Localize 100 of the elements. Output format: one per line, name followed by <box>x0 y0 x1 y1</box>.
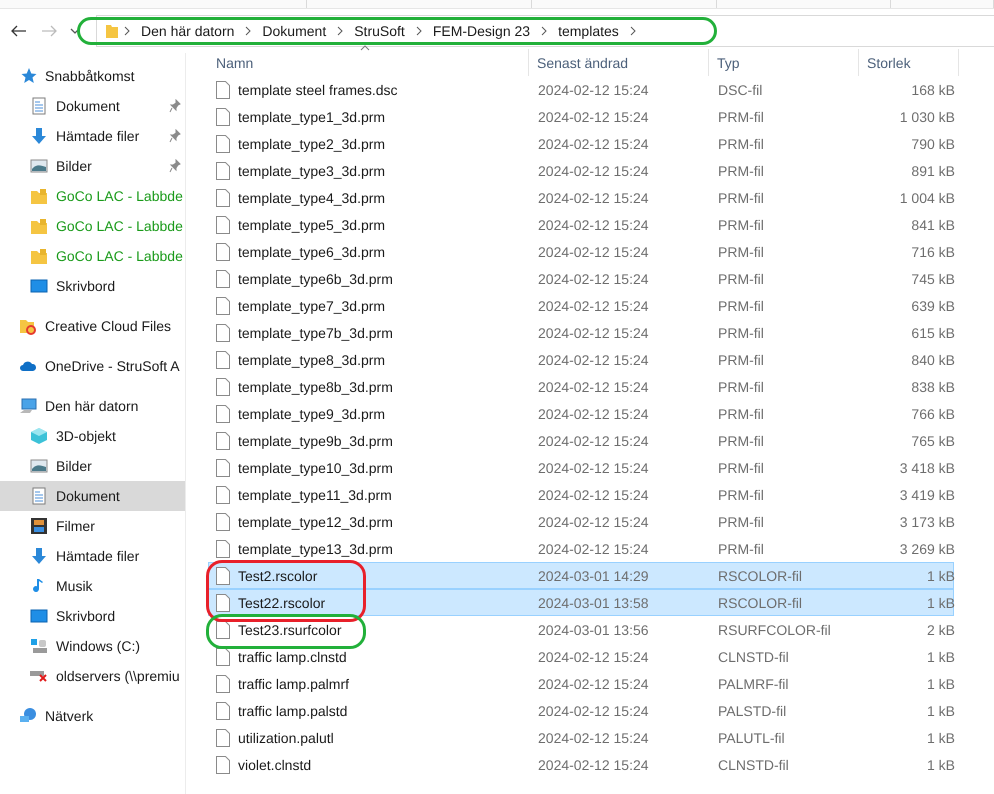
file-row[interactable]: template_type5_3d.prm 2024-02-12 15:24 PRM-fil 841 kB <box>208 211 954 238</box>
folder-icon <box>30 247 48 265</box>
file-row[interactable]: template_type7b_3d.prm 2024-02-12 15:24 PRM-fil 615 kB <box>208 319 954 346</box>
file-type: RSCOLOR-fil <box>717 594 804 610</box>
breadcrumb[interactable]: Dokument <box>256 23 332 39</box>
sidebar-item[interactable]: Musik <box>0 571 185 601</box>
file-row[interactable]: template_type10_3d.prm 2024-02-12 15:24 PRM-fil 3 418 kB <box>208 454 954 481</box>
sidebar-item[interactable]: GoCo LAC - Labbde <box>0 241 185 271</box>
column-header[interactable]: Storlek <box>859 49 959 76</box>
file-icon <box>216 324 230 342</box>
file-name: template_type6_3d.prm <box>238 244 386 260</box>
chevron-icon <box>336 26 344 36</box>
file-name: Test23.rsurfcolor <box>238 622 342 638</box>
sidebar-item[interactable]: oldservers (\\premiu <box>0 661 185 691</box>
file-row[interactable]: template_type11_3d.prm 2024-02-12 15:24 PRM-fil 3 419 kB <box>208 481 954 508</box>
modified-date: 2024-02-12 15:24 <box>537 378 650 394</box>
sidebar-item[interactable]: GoCo LAC - Labbde <box>0 181 185 211</box>
file-type: CLNSTD-fil <box>717 756 790 772</box>
column-header[interactable]: Senast ändrad <box>529 49 709 76</box>
pin-icon[interactable] <box>169 129 181 143</box>
file-row[interactable]: violet.clnstd 2024-02-12 15:24 CLNSTD-fil 1 kB <box>208 751 954 778</box>
file-row[interactable]: template_type8_3d.prm 2024-02-12 15:24 PRM-fil 840 kB <box>208 346 954 373</box>
sidebar-item[interactable]: Dokument <box>0 91 185 121</box>
file-type: RSCOLOR-fil <box>717 568 804 584</box>
file-name: template_type10_3d.prm <box>238 460 393 476</box>
file-icon <box>216 620 230 638</box>
modified-date: 2024-03-01 13:58 <box>537 594 650 610</box>
file-icon <box>216 648 230 666</box>
breadcrumb[interactable]: Den här datorn <box>135 23 240 39</box>
sidebar-item[interactable]: Snabbåtkomst <box>0 61 185 91</box>
breadcrumb[interactable]: StruSoft <box>348 23 411 39</box>
file-type: DSC-fil <box>717 82 764 98</box>
sidebar-item[interactable]: Nätverk <box>0 701 185 731</box>
folder-icon <box>19 317 37 335</box>
modified-date: 2024-02-12 15:24 <box>537 406 650 422</box>
sidebar-item[interactable]: Skrivbord <box>0 601 185 631</box>
file-size: 1 kB <box>926 756 955 772</box>
sidebar-item[interactable]: Den här datorn <box>0 391 185 421</box>
file-size: 1 kB <box>926 676 955 692</box>
file-row[interactable]: Test23.rsurfcolor 2024-03-01 13:56 RSURFCOLOR-fil 2 kB <box>208 616 954 643</box>
sidebar-item[interactable]: Skrivbord <box>0 271 185 301</box>
file-size: 1 030 kB <box>898 108 955 124</box>
breadcrumb[interactable]: templates <box>552 23 625 39</box>
sidebar-item[interactable]: Bilder <box>0 451 185 481</box>
file-row[interactable]: template_type8b_3d.prm 2024-02-12 15:24 PRM-fil 838 kB <box>208 373 954 400</box>
file-row[interactable]: traffic lamp.palmrf 2024-02-12 15:24 PALMRF-fil 1 kB <box>208 670 954 697</box>
sidebar-item[interactable]: 3D-objekt <box>0 421 185 451</box>
picture-icon <box>30 157 48 175</box>
file-name: template_type3_3d.prm <box>238 162 386 178</box>
modified-date: 2024-02-12 15:24 <box>537 486 650 502</box>
file-row[interactable]: template_type1_3d.prm 2024-02-12 15:24 PRM-fil 1 030 kB <box>208 103 954 130</box>
file-row[interactable]: Test22.rscolor 2024-03-01 13:58 RSCOLOR-fil 1 kB <box>208 589 954 616</box>
file-row[interactable]: traffic lamp.palstd 2024-02-12 15:24 PALSTD-fil 1 kB <box>208 697 954 724</box>
file-icon <box>216 702 230 720</box>
file-icon <box>216 216 230 234</box>
sidebar-item[interactable]: Windows (C:) <box>0 631 185 661</box>
file-row[interactable]: template_type7_3d.prm 2024-02-12 15:24 PRM-fil 639 kB <box>208 292 954 319</box>
file-row[interactable]: template_type9_3d.prm 2024-02-12 15:24 PRM-fil 766 kB <box>208 400 954 427</box>
column-header[interactable]: Namn <box>208 49 529 76</box>
file-row[interactable]: template steel frames.dsc 2024-02-12 15:24 DSC-fil 168 kB <box>208 76 954 103</box>
file-row[interactable]: template_type9b_3d.prm 2024-02-12 15:24 PRM-fil 765 kB <box>208 427 954 454</box>
sidebar-item[interactable]: Bilder <box>0 151 185 181</box>
file-row[interactable]: template_type4_3d.prm 2024-02-12 15:24 PRM-fil 1 004 kB <box>208 184 954 211</box>
breadcrumb[interactable]: FEM-Design 23 <box>426 23 536 39</box>
sidebar-item[interactable]: Hämtade filer <box>0 121 185 151</box>
folder-icon <box>30 217 48 235</box>
file-row[interactable]: traffic lamp.clnstd 2024-02-12 15:24 CLNSTD-fil 1 kB <box>208 643 954 670</box>
file-size: 716 kB <box>910 244 955 260</box>
file-row[interactable]: template_type6_3d.prm 2024-02-12 15:24 PRM-fil 716 kB <box>208 238 954 265</box>
file-name: template_type4_3d.prm <box>238 190 386 206</box>
column-header[interactable]: Typ <box>709 49 859 76</box>
pin-icon[interactable] <box>169 159 181 173</box>
sidebar-item[interactable]: Dokument <box>0 481 185 511</box>
sidebar-item[interactable]: GoCo LAC - Labbde <box>0 211 185 241</box>
sidebar-item[interactable]: Creative Cloud Files <box>0 311 185 341</box>
file-icon <box>216 404 230 422</box>
file-row[interactable]: template_type6b_3d.prm 2024-02-12 15:24 PRM-fil 745 kB <box>208 265 954 292</box>
disconnected-drive-icon <box>30 670 48 682</box>
file-name: template_type5_3d.prm <box>238 216 386 232</box>
file-icon <box>216 458 230 476</box>
modified-date: 2024-02-12 15:24 <box>537 190 650 206</box>
sidebar-item[interactable]: Hämtade filer <box>0 541 185 571</box>
file-size: 2 kB <box>926 622 955 638</box>
file-row[interactable]: utilization.palutl 2024-02-12 15:24 PALUTL-fil 1 kB <box>208 724 954 751</box>
file-size: 1 kB <box>926 702 955 718</box>
file-row[interactable]: template_type13_3d.prm 2024-02-12 15:24 PRM-fil 3 269 kB <box>208 535 954 562</box>
file-type: PRM-fil <box>717 244 765 260</box>
file-row[interactable]: template_type12_3d.prm 2024-02-12 15:24 PRM-fil 3 173 kB <box>208 508 954 535</box>
chevron-icon <box>540 26 548 36</box>
file-type: PRM-fil <box>717 108 765 124</box>
sidebar-item[interactable]: Filmer <box>0 511 185 541</box>
file-row[interactable]: template_type3_3d.prm 2024-02-12 15:24 PRM-fil 891 kB <box>208 157 954 184</box>
modified-date: 2024-02-12 15:24 <box>537 460 650 476</box>
pin-icon[interactable] <box>169 99 181 113</box>
file-name: template_type9_3d.prm <box>238 406 386 422</box>
file-row[interactable]: template_type2_3d.prm 2024-02-12 15:24 PRM-fil 790 kB <box>208 130 954 157</box>
file-row[interactable]: Test2.rscolor 2024-03-01 14:29 RSCOLOR-fil 1 kB <box>208 562 954 589</box>
modified-date: 2024-02-12 15:24 <box>537 82 650 98</box>
sidebar-item[interactable]: OneDrive - StruSoft A <box>0 351 185 381</box>
file-icon <box>216 350 230 368</box>
